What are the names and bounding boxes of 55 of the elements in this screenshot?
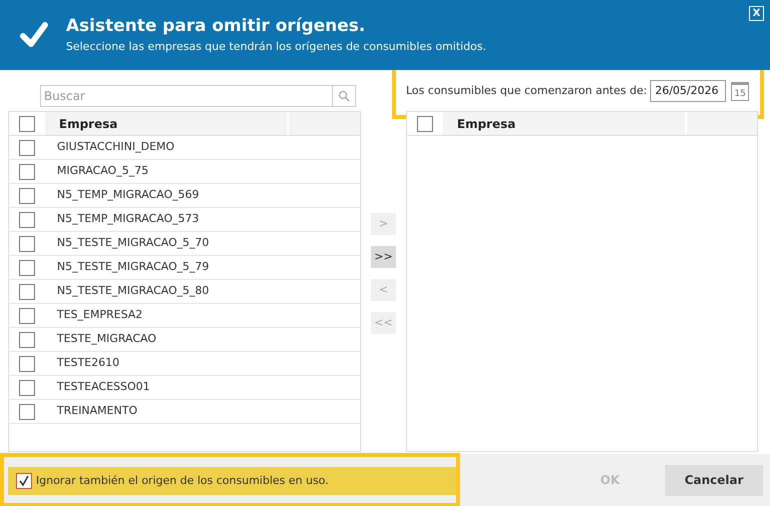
checkbox[interactable]: [16, 473, 32, 489]
table-row[interactable]: TESTE2610: [9, 352, 360, 376]
table-row[interactable]: GIUSTACCHINI_DEMO: [9, 136, 360, 160]
company-name: TESTE_MIGRACAO: [56, 331, 158, 348]
company-name: N5_TEMP_MIGRACAO_569: [56, 187, 200, 204]
search-icon: [338, 90, 350, 102]
calendar-button[interactable]: 15: [731, 82, 750, 100]
table-row[interactable]: MIGRACAO_5_75: [9, 160, 360, 184]
date-label: Los consumibles que comenzaron antes de:: [406, 82, 648, 99]
checkbox[interactable]: [19, 284, 35, 300]
checkbox[interactable]: [19, 380, 35, 396]
table-row[interactable]: TESTE_MIGRACAO: [9, 328, 360, 352]
company-name: N5_TESTE_MIGRACAO_5_79: [56, 259, 210, 276]
table-row[interactable]: N5_TESTE_MIGRACAO_5_79: [9, 256, 360, 280]
company-name: N5_TESTE_MIGRACAO_5_80: [56, 283, 210, 300]
checkbox[interactable]: [19, 212, 35, 228]
checkbox[interactable]: [19, 404, 35, 420]
table-row[interactable]: N5_TESTE_MIGRACAO_5_70: [9, 232, 360, 256]
column-header[interactable]: Empresa: [443, 112, 685, 135]
date-field[interactable]: 26/05/2026: [650, 80, 726, 102]
search-button[interactable]: [333, 85, 356, 107]
table-row[interactable]: TESTEACESSO01: [9, 376, 360, 400]
company-name: GIUSTACCHINI_DEMO: [56, 139, 176, 156]
checkbox[interactable]: [19, 164, 35, 180]
company-name: TREINAMENTO: [56, 403, 138, 420]
table-row[interactable]: N5_TEMP_MIGRACAO_569: [9, 184, 360, 208]
dialog-subtitle: Seleccione las empresas que tendrán los orígenes de consumibles omitidos.: [66, 38, 486, 55]
column-header[interactable]: Empresa: [45, 112, 287, 135]
checkbox[interactable]: [19, 236, 35, 252]
move-button[interactable]: >>: [371, 246, 396, 268]
dialog-button[interactable]: Cancelar: [665, 464, 763, 496]
checkbox[interactable]: [19, 356, 35, 372]
table-row[interactable]: N5_TESTE_MIGRACAO_5_80: [9, 280, 360, 304]
company-name: N5_TEMP_MIGRACAO_573: [56, 211, 200, 228]
table-row[interactable]: TREINAMENTO: [9, 400, 360, 424]
dialog-title: Asistente para omitir orígenes.: [66, 14, 366, 37]
company-name: MIGRACAO_5_75: [56, 163, 150, 180]
search-field[interactable]: Buscar: [40, 85, 333, 107]
checkbox[interactable]: [19, 140, 35, 156]
checkbox[interactable]: [19, 308, 35, 324]
company-name: TESTE2610: [56, 355, 120, 372]
checkbox[interactable]: [19, 332, 35, 348]
company-name: TES_EMPRESA2: [56, 307, 144, 324]
checkbox[interactable]: [19, 116, 35, 132]
close-button[interactable]: X: [749, 6, 764, 21]
company-name: N5_TESTE_MIGRACAO_5_70: [56, 235, 210, 252]
checkbox[interactable]: [19, 260, 35, 276]
checkmark-icon: [20, 22, 48, 48]
table-row[interactable]: N5_TEMP_MIGRACAO_573: [9, 208, 360, 232]
table-row[interactable]: TES_EMPRESA2: [9, 304, 360, 328]
checkbox[interactable]: [19, 188, 35, 204]
company-name: TESTEACESSO01: [56, 379, 151, 396]
checkmark-icon: [18, 475, 30, 487]
checkbox[interactable]: [417, 116, 433, 132]
option-label: Ignorar también el origen de los consumibles en uso.: [36, 472, 329, 489]
